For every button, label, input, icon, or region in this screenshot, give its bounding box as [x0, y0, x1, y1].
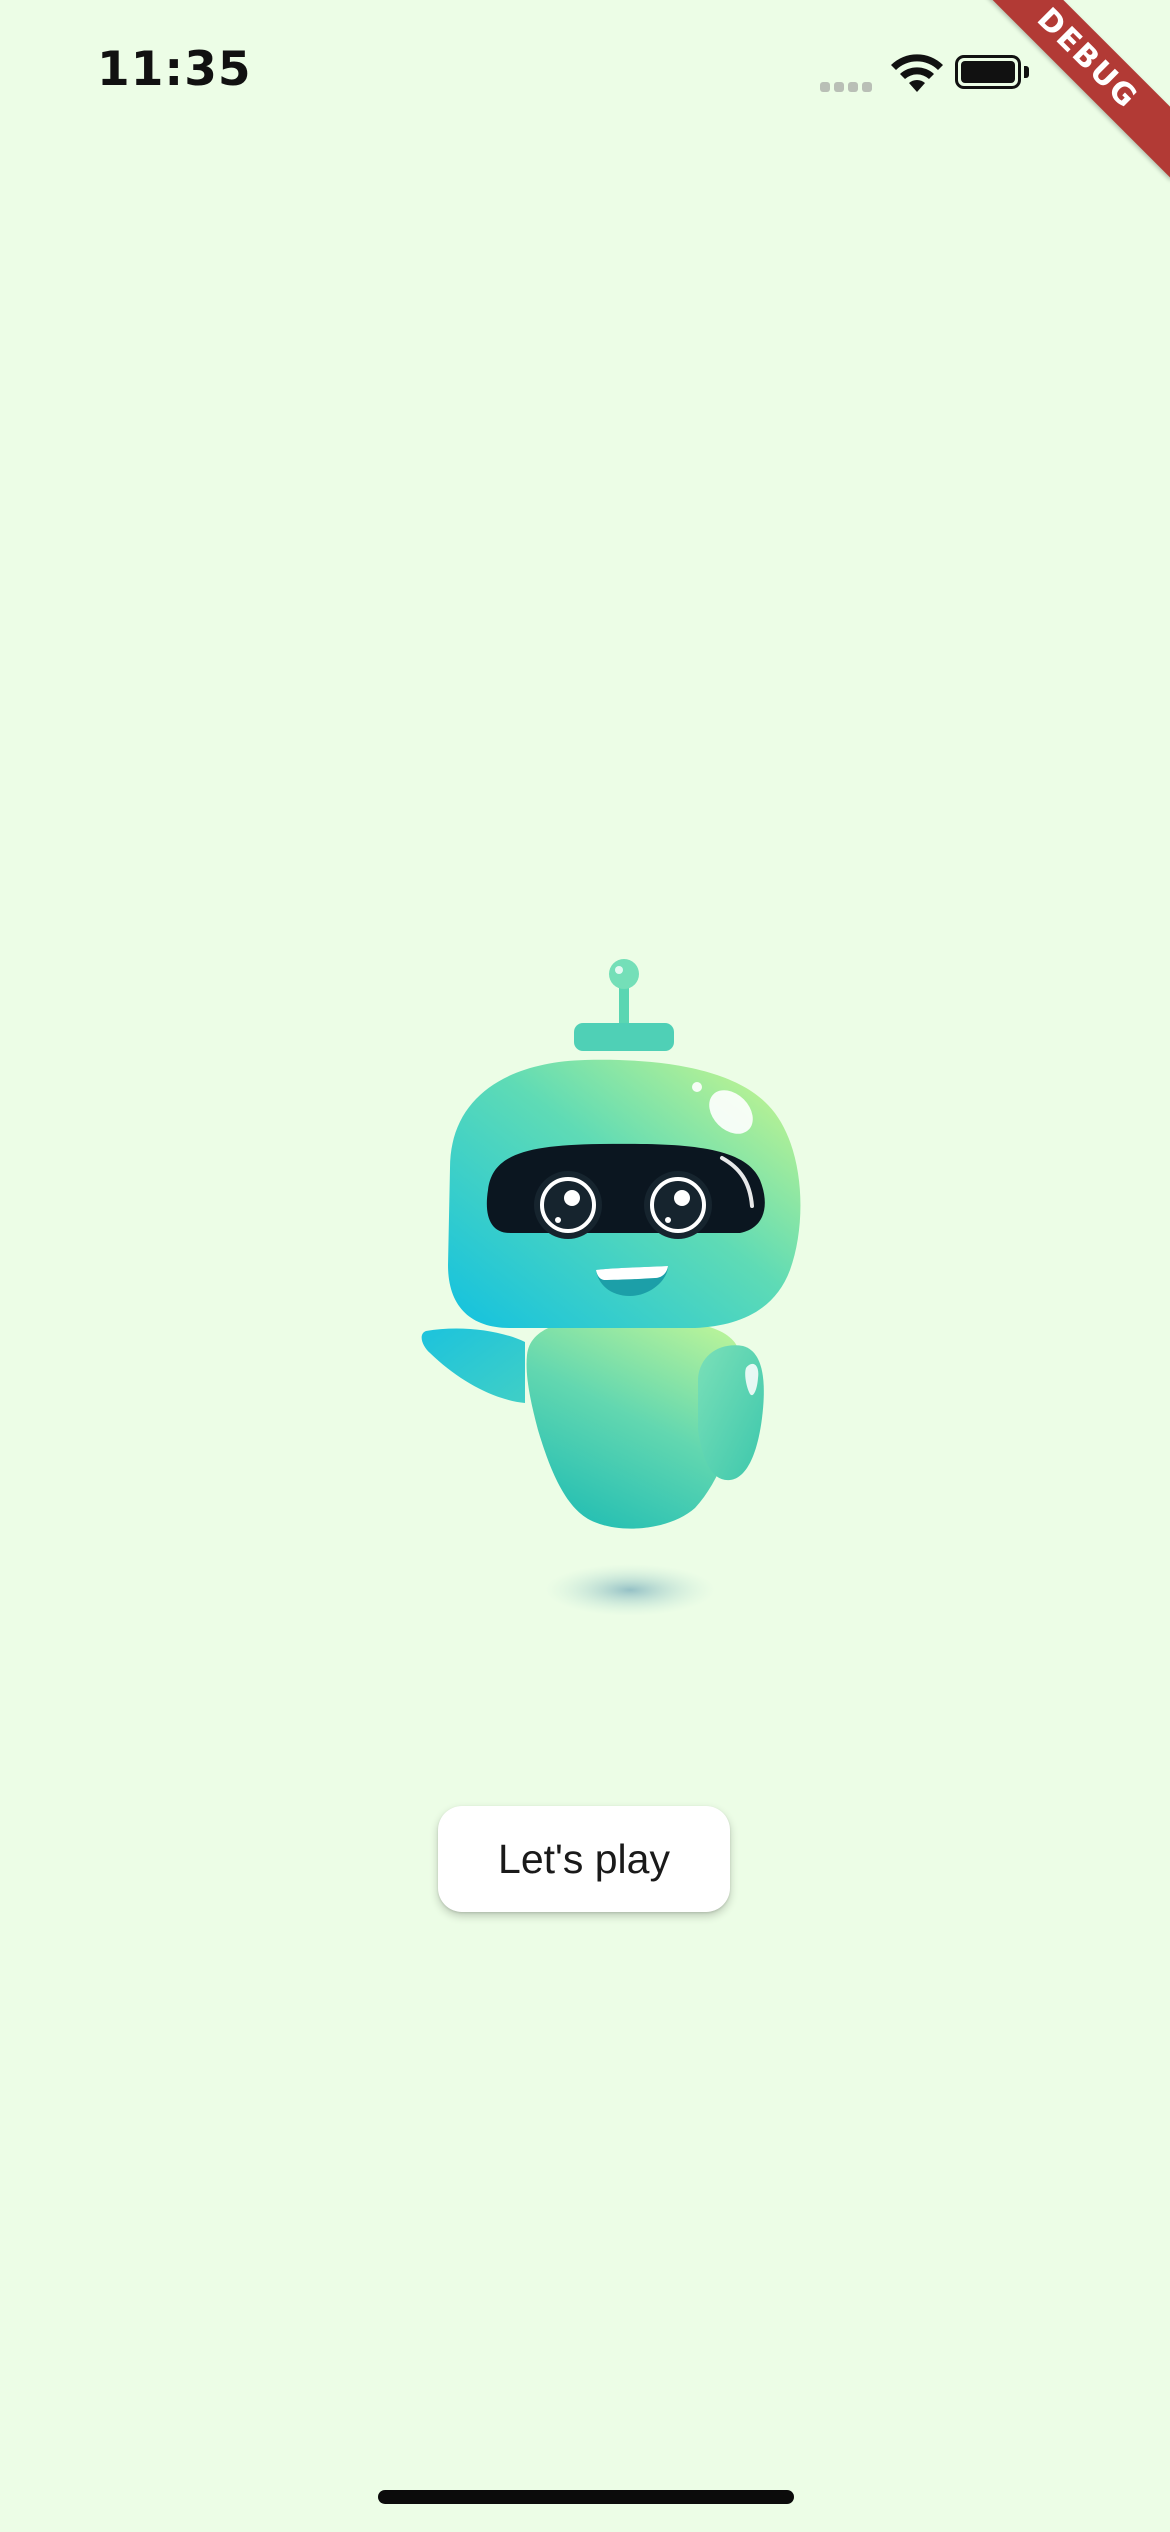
robot-shadow	[545, 1564, 715, 1616]
battery-cap	[1024, 66, 1029, 78]
lets-play-button[interactable]: Let's play	[438, 1806, 730, 1912]
home-indicator[interactable]	[378, 2490, 794, 2504]
battery-icon	[955, 55, 1021, 89]
robot-left-eye	[534, 1171, 602, 1239]
cellular-signal-icon	[820, 82, 880, 94]
status-bar: 11:35	[0, 0, 1170, 150]
robot-left-arm	[421, 1328, 525, 1403]
robot-right-eye	[644, 1171, 712, 1239]
status-time: 11:35	[97, 42, 252, 97]
wifi-icon	[891, 54, 943, 92]
robot-antenna	[574, 959, 674, 1051]
robot-mascot-illustration	[421, 959, 801, 1616]
battery-level	[961, 61, 1015, 83]
app-screen: 11:35 DEBUG Let's play	[0, 0, 1170, 2532]
